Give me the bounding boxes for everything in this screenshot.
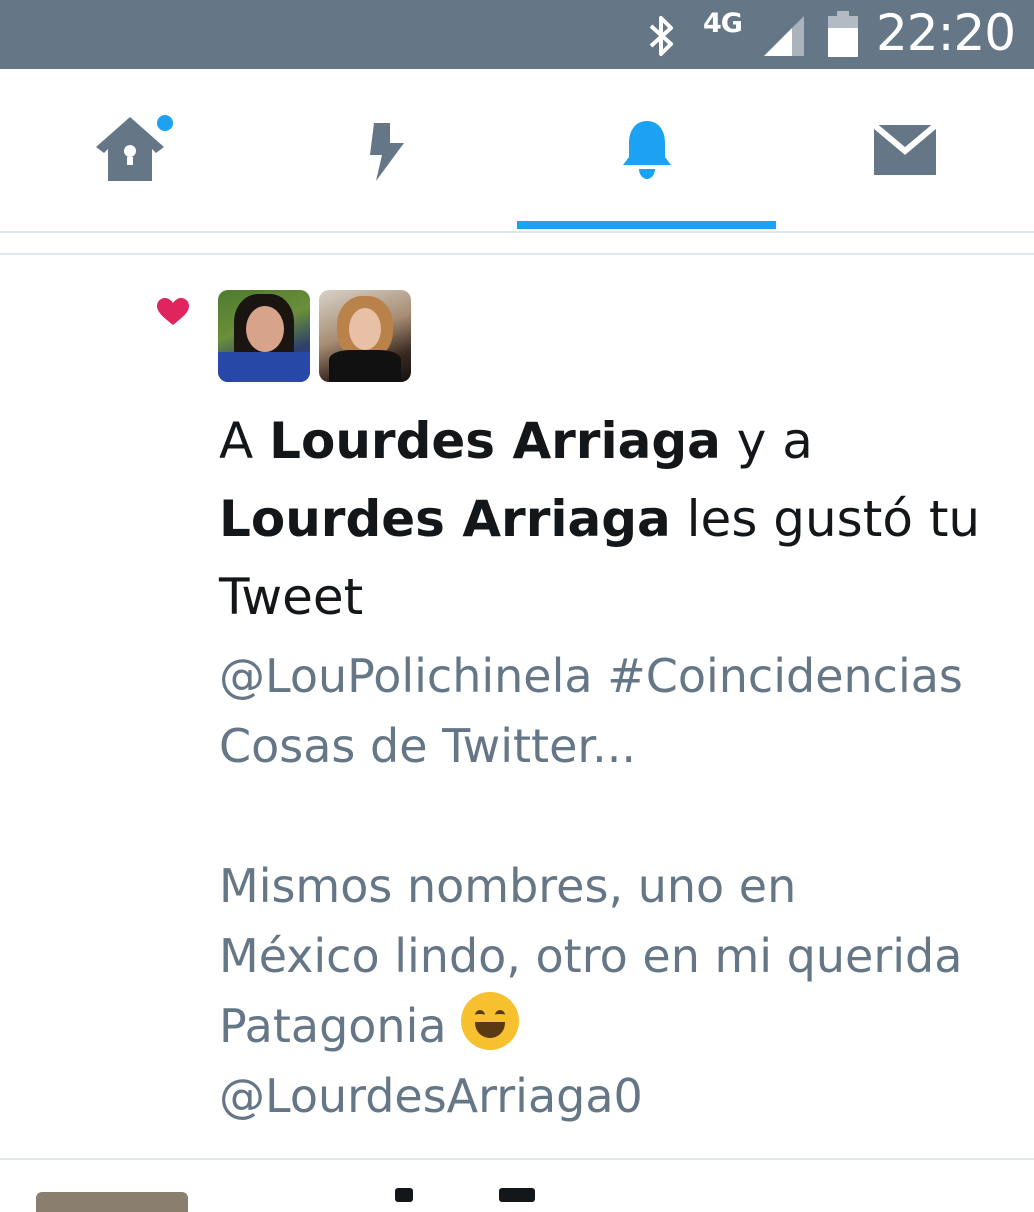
lightning-icon [370,123,404,181]
smiling-face-icon [461,992,520,1050]
headline-joiner: y a [720,412,813,470]
notification-headline: A Lourdes Arriaga y a Lourdes Arriaga le… [219,402,1009,636]
status-clock: 22:20 [876,4,1016,62]
tab-messages[interactable] [776,69,1034,231]
tab-bar [0,69,1034,233]
battery-icon [828,11,858,57]
headline-prefix: A [219,412,270,470]
signal-icon [764,16,804,56]
tab-notifications[interactable] [517,69,775,231]
tab-moments[interactable] [258,69,516,231]
tweet-line: México lindo, otro en mi querida [219,929,963,983]
tweet-line: Cosas de Twitter... [219,719,636,773]
network-type: 4G [703,8,743,39]
envelope-icon [874,125,936,175]
home-icon [96,115,173,181]
tweet-preview[interactable]: @LouPolichinela #Coincidencias Cosas de T… [219,641,1009,1131]
tweet-line: @LourdesArriaga0 [219,1069,643,1123]
bluetooth-icon [649,16,673,56]
new-dot [157,115,173,131]
heart-icon [157,298,189,325]
tweet-line: @LouPolichinela #Coincidencias [219,649,963,703]
tweet-line: Mismos nombres, uno en [219,859,797,913]
bell-icon [623,121,671,179]
next-notification-avatar [36,1192,188,1212]
user-name-link[interactable]: Lourdes Arriaga [219,490,671,548]
status-bar: 4G 22:20 [0,0,1034,69]
avatar[interactable] [319,290,411,382]
list-top-border [0,253,1034,255]
user-name-link[interactable]: Lourdes Arriaga [269,412,721,470]
active-tab-indicator [517,221,776,229]
tweet-line: Patagonia [219,999,462,1053]
list-divider [0,1158,1034,1160]
tab-home[interactable] [0,69,258,231]
avatar[interactable] [218,290,310,382]
